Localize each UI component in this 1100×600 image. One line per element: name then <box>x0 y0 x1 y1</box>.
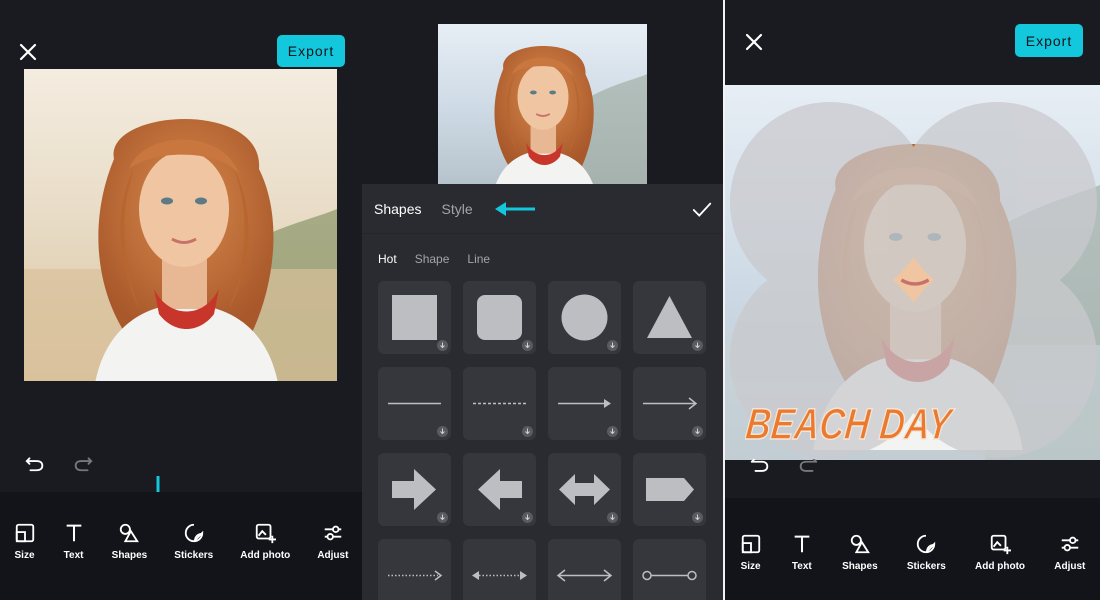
tool-size[interactable]: Size <box>14 522 36 600</box>
tab-shapes[interactable]: Shapes <box>374 201 421 217</box>
tool-text[interactable]: Text <box>791 533 813 600</box>
dotted-arrow-shape-icon <box>388 570 443 581</box>
add-photo-icon <box>256 523 277 544</box>
photo-canvas[interactable] <box>438 24 647 184</box>
bottom-toolbar: Size Text Shapes Stickers Add photo Adju… <box>725 498 1100 600</box>
shape-tile-dot-line[interactable] <box>633 539 706 600</box>
shapes-picker-panel: Shapes Style Hot Shape Line <box>362 0 723 600</box>
bottom-toolbar: Size Text Shapes Stickers Add photo Adju… <box>0 492 362 600</box>
text-icon <box>66 524 81 542</box>
size-icon <box>15 523 34 543</box>
download-icon <box>607 340 618 351</box>
download-icon <box>437 426 448 437</box>
shape-tile-line[interactable] <box>378 367 451 440</box>
tool-stickers[interactable]: Stickers <box>174 522 213 600</box>
tool-label: Size <box>14 550 35 561</box>
shape-tile-rounded-square[interactable] <box>463 281 536 354</box>
tool-adjust[interactable]: Adjust <box>317 522 348 600</box>
close-icon[interactable] <box>742 30 766 54</box>
tab-style[interactable]: Style <box>441 201 472 217</box>
shapes-sheet: Shapes Style Hot Shape Line <box>362 184 723 600</box>
shape-tile-arrow-right[interactable] <box>378 453 451 526</box>
tool-label: Shapes <box>111 550 148 561</box>
shape-tile-triangle[interactable] <box>633 281 706 354</box>
dotted-double-arrow-shape-icon <box>472 571 527 580</box>
undo-icon[interactable] <box>749 459 771 481</box>
tool-label: Adjust <box>1054 561 1086 572</box>
shape-tile-dashed-line[interactable] <box>463 367 536 440</box>
download-icon <box>437 340 448 351</box>
download-icon <box>522 426 533 437</box>
sticker-icon <box>917 534 936 554</box>
shape-tile-tag-arrow[interactable] <box>633 453 706 526</box>
download-icon <box>692 340 703 351</box>
shape-tile-thin-arrow-line[interactable] <box>633 367 706 440</box>
export-button[interactable]: Export <box>1015 24 1083 57</box>
sheet-header: Shapes Style <box>362 184 723 234</box>
history-controls <box>749 459 819 481</box>
shape-category-tabs: Hot Shape Line <box>362 234 723 266</box>
download-icon <box>607 426 618 437</box>
tool-label: Add photo <box>240 550 291 561</box>
shape-tile-square[interactable] <box>378 281 451 354</box>
tool-label: Add photo <box>975 561 1026 572</box>
redo-icon[interactable] <box>72 451 94 473</box>
shape-tile-arrow-line[interactable] <box>548 367 621 440</box>
download-icon <box>692 512 703 523</box>
shape-tile-arrow-left[interactable] <box>463 453 536 526</box>
tool-stickers[interactable]: Stickers <box>907 533 946 600</box>
beach-day-text-overlay[interactable]: BEACH DAY <box>745 395 975 451</box>
tool-label: Text <box>791 561 812 572</box>
tool-label: Stickers <box>906 561 946 572</box>
download-icon <box>607 512 618 523</box>
editor-panel-initial: Export Size Text Shapes Stickers Add pho… <box>0 0 362 600</box>
pointer-arrow-left-icon <box>494 201 535 216</box>
editor-panel-result: Export Size Text Shapes Stickers Add pho… <box>725 0 1100 600</box>
confirm-check-icon[interactable] <box>691 199 713 221</box>
subtab-shape[interactable]: Shape <box>415 252 450 266</box>
add-photo-icon <box>990 534 1012 555</box>
sticker-icon <box>184 523 203 543</box>
close-icon[interactable] <box>16 40 40 64</box>
adjust-icon <box>1061 536 1079 552</box>
shape-tile-dotted-double-arrow[interactable] <box>463 539 536 600</box>
tool-adjust[interactable]: Adjust <box>1054 533 1085 600</box>
redo-icon[interactable] <box>797 459 819 481</box>
shape-tile-circle[interactable] <box>548 281 621 354</box>
subtab-line[interactable]: Line <box>467 252 490 266</box>
beach-day-text: BEACH DAY <box>745 400 956 449</box>
dot-line-shape-icon <box>642 570 697 581</box>
shapes-icon <box>850 534 870 554</box>
history-controls <box>24 451 94 473</box>
shape-tile-double-arrow-line[interactable] <box>548 539 621 600</box>
subtab-hot[interactable]: Hot <box>378 252 397 266</box>
tool-shapes[interactable]: Shapes <box>111 522 148 600</box>
download-icon <box>522 340 533 351</box>
download-icon <box>522 512 533 523</box>
shape-tile-dotted-arrow[interactable] <box>378 539 451 600</box>
photo-canvas[interactable] <box>24 69 337 381</box>
tool-label: Size <box>740 561 761 572</box>
tool-add-photo[interactable]: Add photo <box>975 533 1025 600</box>
text-icon <box>794 535 810 553</box>
double-arrow-line-shape-icon <box>556 569 613 582</box>
shape-grid <box>378 281 706 600</box>
tool-size[interactable]: Size <box>740 533 762 600</box>
tool-shapes[interactable]: Shapes <box>842 533 878 600</box>
tool-label: Adjust <box>317 550 349 561</box>
tool-label: Stickers <box>174 550 214 561</box>
download-icon <box>437 512 448 523</box>
tool-label: Text <box>63 550 84 561</box>
shape-tile-arrow-double[interactable] <box>548 453 621 526</box>
undo-icon[interactable] <box>24 451 46 473</box>
tool-label: Shapes <box>842 561 878 572</box>
tool-text[interactable]: Text <box>63 522 85 600</box>
tool-add-photo[interactable]: Add photo <box>240 522 290 600</box>
size-icon <box>741 534 760 554</box>
shapes-icon <box>120 523 140 543</box>
export-button[interactable]: Export <box>277 35 345 67</box>
download-icon <box>692 426 703 437</box>
adjust-icon <box>324 525 342 541</box>
